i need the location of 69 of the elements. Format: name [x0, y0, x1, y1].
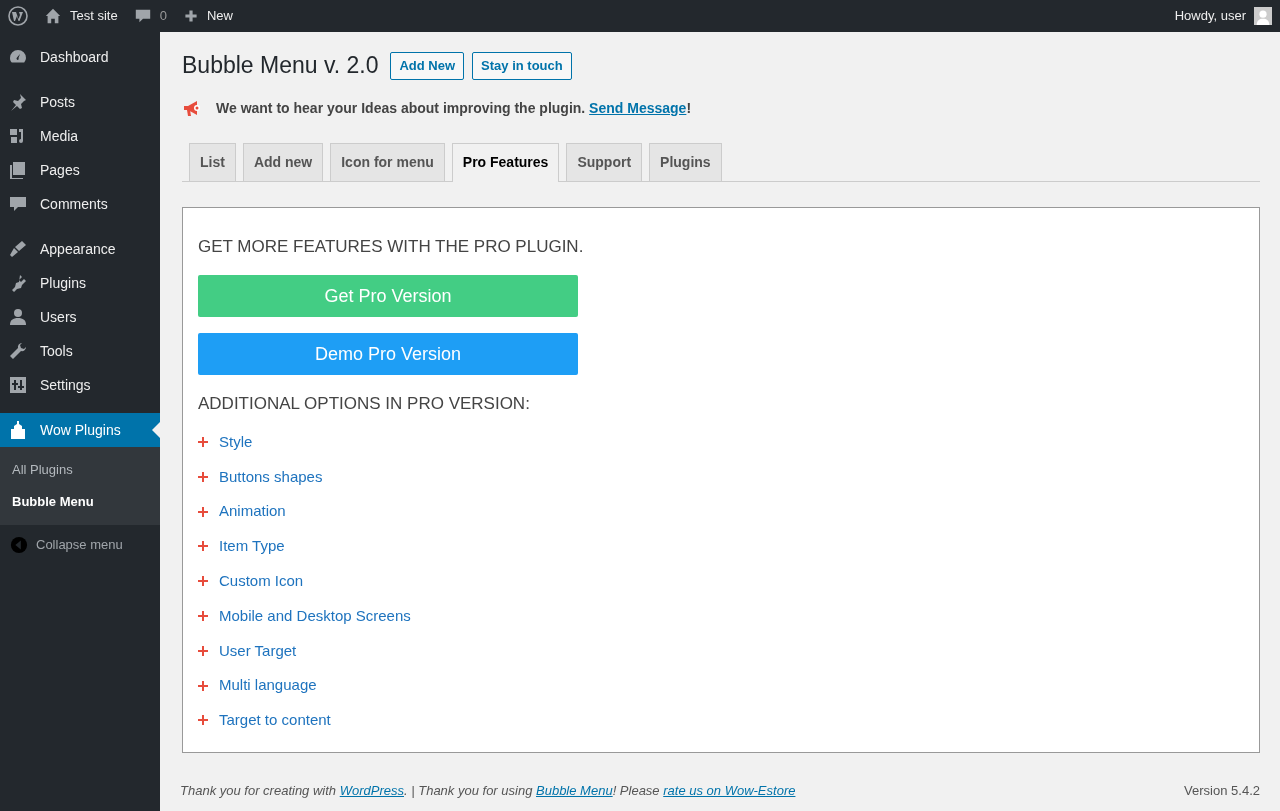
header-button[interactable]: Add New: [390, 52, 465, 80]
plus-icon: [198, 541, 208, 552]
menu-icon: [8, 92, 28, 112]
plus-icon: [198, 610, 208, 621]
header-button[interactable]: Stay in touch: [472, 52, 572, 80]
sidebar-item[interactable]: Settings: [0, 368, 160, 402]
tab[interactable]: List: [189, 142, 236, 181]
sidebar-item[interactable]: Comments: [0, 187, 160, 221]
tab[interactable]: Add new: [242, 142, 324, 181]
footer-link[interactable]: WordPress: [339, 782, 404, 798]
plus-icon: [182, 8, 199, 24]
menu-icon: [8, 375, 28, 395]
notice-text: We want to hear your Ideas about improving the plugin. Send Message!: [216, 98, 692, 118]
plus-icon: [198, 645, 208, 656]
option-link[interactable]: Target to content: [219, 709, 331, 732]
sidebar-item[interactable]: Tools: [0, 334, 160, 368]
comments-link[interactable]: 0: [133, 6, 167, 26]
plus-icon: [198, 576, 208, 587]
option-link[interactable]: Item Type: [219, 535, 285, 558]
send-message-link[interactable]: Send Message: [589, 99, 687, 116]
sidebar-item[interactable]: Users: [0, 300, 160, 334]
plus-icon: [198, 715, 208, 726]
plus-icon: [198, 506, 208, 517]
account-link[interactable]: Howdy, user: [1174, 6, 1272, 26]
menu-icon: [8, 307, 28, 327]
tab[interactable]: Icon for menu: [330, 142, 445, 181]
wordpress-logo-icon: [8, 6, 28, 26]
avatar-icon: [1254, 7, 1272, 25]
site-link[interactable]: Test site: [44, 6, 118, 26]
option-link[interactable]: Multi language: [219, 674, 317, 697]
tab[interactable]: Pro Features: [451, 142, 560, 182]
menu-icon: [8, 160, 28, 180]
home-icon: [44, 7, 62, 25]
plus-icon: [198, 471, 208, 482]
option-link[interactable]: Style: [219, 430, 253, 454]
submenu-item[interactable]: All Plugins: [0, 454, 160, 486]
footer-link[interactable]: rate us on Wow-Estore: [663, 782, 796, 798]
menu-icon: [8, 420, 28, 440]
footer-link[interactable]: Bubble Menu: [536, 782, 613, 798]
megaphone-icon: [182, 98, 202, 119]
collapse-menu-link[interactable]: Collapse menu: [0, 529, 160, 561]
option-link[interactable]: Buttons shapes: [219, 465, 323, 489]
page-title: Bubble Menu v. 2.0: [182, 52, 379, 80]
sidebar-item[interactable]: Wow Plugins: [0, 413, 160, 447]
option-link[interactable]: Mobile and Desktop Screens: [219, 604, 411, 628]
section-heading: ADDITIONAL OPTIONS IN PRO VERSION:: [198, 393, 531, 416]
submenu-item[interactable]: Bubble Menu: [0, 485, 160, 517]
sidebar-item[interactable]: Media: [0, 119, 160, 153]
menu-icon: [8, 239, 28, 259]
sidebar-item[interactable]: Appearance: [0, 232, 160, 266]
footer-text: Thank you for creating with WordPress. | Thank you for using Bubble Menu! Please rate us on Wow-Estore: [180, 781, 796, 800]
option-link[interactable]: User Target: [219, 639, 297, 662]
sidebar-item[interactable]: Dashboard: [0, 40, 160, 74]
section-heading: GET MORE FEATURES WITH THE PRO PLUGIN.: [198, 235, 585, 258]
comment-icon: [133, 7, 152, 25]
menu-icon: [8, 194, 28, 214]
plus-icon: [198, 680, 208, 691]
sidebar-item[interactable]: Posts: [0, 85, 160, 119]
menu-icon: [8, 341, 28, 361]
collapse-icon: [10, 535, 28, 554]
option-link[interactable]: Custom Icon: [219, 569, 304, 593]
version-text: Version 5.4.2: [1184, 781, 1260, 800]
option-link[interactable]: Animation: [219, 500, 286, 523]
plus-icon: [198, 437, 208, 447]
tab[interactable]: Plugins: [649, 142, 722, 181]
sidebar-item[interactable]: Plugins: [0, 266, 160, 300]
new-link[interactable]: New: [182, 6, 233, 26]
sidebar-item[interactable]: Pages: [0, 153, 160, 187]
tab[interactable]: Support: [566, 142, 643, 181]
